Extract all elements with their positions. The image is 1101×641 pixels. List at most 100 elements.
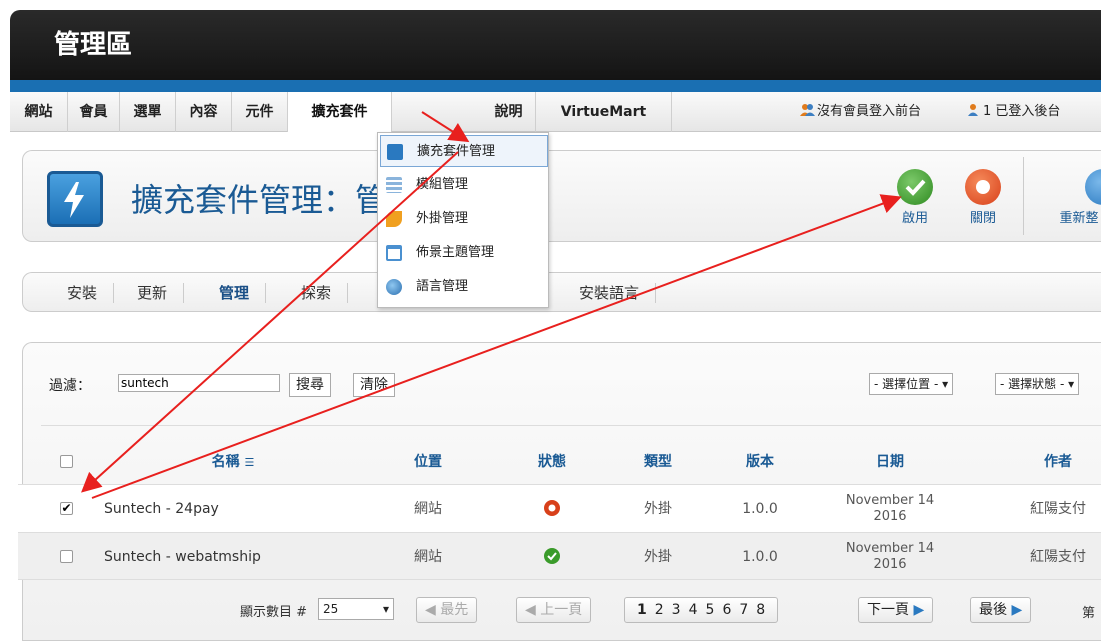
row-author: 紅陽支付 [1030,549,1086,565]
header-position[interactable]: 位置 [398,440,458,484]
subnav-manage[interactable]: 管理 [203,283,267,303]
menu-extensions[interactable]: 擴充套件 [288,92,392,132]
toolbar-divider [1023,157,1024,235]
next-label: 下一頁 [867,602,909,618]
dropdown-extension-manager[interactable]: 擴充套件管理 [380,135,548,167]
header-name[interactable]: 名稱 ☰ [188,440,278,484]
user-icon [966,93,980,116]
row-type: 外掛 [644,501,672,517]
first-page-button[interactable]: ◀ 最先 [416,597,478,623]
first-label: 最先 [440,602,469,618]
dropdown-label: 模組管理 [416,177,469,192]
row-checkbox[interactable]: ✔ [60,502,73,515]
page-7[interactable]: 7 [739,602,748,618]
extension-manager-icon [47,171,103,227]
refresh-icon [1085,169,1101,205]
row-date: November 14 2016 [820,541,960,589]
page-of-label: 第 [1082,606,1096,621]
row-position: 網站 [414,549,442,565]
page-6[interactable]: 6 [722,602,731,618]
disabled-status-icon[interactable] [522,485,582,533]
header-date[interactable]: 日期 [860,440,920,484]
page-2[interactable]: 2 [655,602,664,618]
back-status-label: 1 已登入後台 [983,104,1061,119]
row-date-line1: November 14 [845,541,935,556]
dropdown-label: 語言管理 [416,279,469,294]
select-all-checkbox[interactable] [60,455,73,468]
header-author[interactable]: 作者 [1028,440,1088,484]
admin-title: 管理區 [54,30,133,60]
table-row[interactable]: ✔ Suntech - 24pay 網站 外掛 1.0.0 November 1… [18,484,1101,532]
dropdown-language-manager[interactable]: 語言管理 [380,271,548,303]
page-8[interactable]: 8 [756,602,765,618]
dropdown-label: 擴充套件管理 [417,144,496,159]
position-select[interactable]: - 選擇位置 - ▾ [869,373,954,395]
top-area: 管理區 [0,0,1101,92]
page-1[interactable]: 1 [637,602,647,618]
table-header: 名稱 ☰ 位置 狀態 類型 版本 日期 作者 [18,440,1101,484]
enable-button[interactable]: 啟用 [887,169,943,226]
pagination: 顯示數目 # 25 ▾ ◀ 最先 ◀ 上一頁 12345678 下一頁 ▶ 最後… [0,586,1101,634]
menu-site[interactable]: 網站 [10,92,68,132]
prev-label: 上一頁 [540,602,583,618]
refresh-button[interactable]: 重新整 [1049,169,1101,226]
last-arrow-icon: ▶ [1011,602,1023,618]
row-name[interactable]: Suntech - 24pay [104,485,364,533]
row-version: 1.0.0 [742,501,778,517]
page-numbers[interactable]: 12345678 [624,597,779,623]
last-page-button[interactable]: 最後 ▶ [970,597,1032,623]
header-version[interactable]: 版本 [730,440,790,484]
row-type: 外掛 [644,549,672,565]
menu-components[interactable]: 元件 [232,92,288,132]
sub-navigation: 安裝 更新 管理 探索 安裝語言 [22,272,1101,312]
display-number-label: 顯示數目 # [240,605,308,620]
prev-page-button[interactable]: ◀ 上一頁 [516,597,592,623]
row-version: 1.0.0 [742,549,778,565]
subnav-discover[interactable]: 探索 [285,283,349,303]
globe-icon [386,279,402,295]
row-date-line2: 2016 [873,557,907,572]
menu-menus[interactable]: 選單 [120,92,176,132]
dropdown-template-manager[interactable]: 佈景主題管理 [380,237,548,269]
plugin-icon [386,211,402,227]
disable-button[interactable]: 關閉 [955,169,1011,226]
dropdown-label: 佈景主題管理 [416,245,495,260]
enabled-status-icon[interactable] [522,533,582,581]
header-status[interactable]: 狀態 [522,440,582,484]
check-icon [897,169,933,205]
menu-help[interactable]: 說明 [482,92,536,132]
clear-button[interactable]: 清除 [353,373,395,397]
last-label: 最後 [979,602,1007,618]
row-position: 網站 [414,501,442,517]
table-row[interactable]: Suntech - webatmship 網站 外掛 1.0.0 Novembe… [18,532,1101,580]
menu-users[interactable]: 會員 [68,92,120,132]
filter-input[interactable] [118,374,280,392]
limit-select[interactable]: 25 ▾ [318,598,394,620]
subnav-install[interactable]: 安裝 [51,283,115,303]
users-icon [800,93,815,116]
chevron-down-icon: ▾ [382,602,389,616]
subnav-update[interactable]: 更新 [121,283,185,303]
prev-arrow-icon: ◀ [525,602,536,618]
menu-content[interactable]: 內容 [176,92,232,132]
search-button[interactable]: 搜尋 [289,373,331,397]
module-icon [386,177,402,193]
row-checkbox[interactable] [60,550,73,563]
header-type[interactable]: 類型 [628,440,688,484]
page-5[interactable]: 5 [706,602,715,618]
dropdown-label: 外掛管理 [416,211,469,226]
subnav-install-languages[interactable]: 安裝語言 [563,283,657,303]
row-author: 紅陽支付 [1030,501,1086,517]
next-page-button[interactable]: 下一頁 ▶ [858,597,934,623]
row-date-line2: 2016 [873,509,907,524]
position-select-value: - 選擇位置 - [874,377,939,391]
dropdown-module-manager[interactable]: 模組管理 [380,169,548,201]
enable-label: 啟用 [901,211,928,226]
menu-virtuemart[interactable]: VirtueMart [536,92,672,132]
dropdown-plugin-manager[interactable]: 外掛管理 [380,203,548,235]
page-3[interactable]: 3 [672,602,681,618]
page-title: 擴充套件管理：管 [131,181,388,219]
state-select[interactable]: - 選擇狀態 - ▾ [995,373,1080,395]
row-name[interactable]: Suntech - webatmship [104,533,364,581]
page-4[interactable]: 4 [689,602,698,618]
